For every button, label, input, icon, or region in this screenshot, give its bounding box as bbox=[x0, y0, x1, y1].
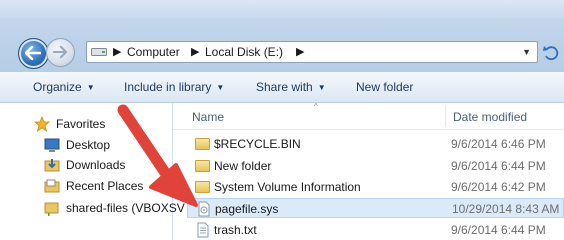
file-name: $RECYCLE.BIN bbox=[214, 137, 301, 151]
file-name: New folder bbox=[214, 159, 272, 173]
nav-item-shared-files[interactable]: shared-files (VBOXSV bbox=[44, 199, 185, 217]
nav-item-label: Downloads bbox=[66, 158, 126, 172]
nav-item-downloads[interactable]: Downloads bbox=[44, 156, 125, 174]
address-bar[interactable]: ▶ Computer ▶ Local Disk (E:) ▶ ▼ bbox=[86, 41, 538, 63]
file-date-modified: 9/6/2014 6:44 PM bbox=[451, 159, 546, 173]
file-date-modified: 9/6/2014 6:44 PM bbox=[451, 223, 546, 237]
chevron-down-icon: ▼ bbox=[86, 83, 95, 92]
window-chrome: ▶ Computer ▶ Local Disk (E:) ▶ ▼ bbox=[0, 0, 564, 72]
column-divider[interactable] bbox=[445, 105, 446, 127]
forward-button[interactable] bbox=[46, 38, 75, 67]
column-header-row: ^ Name Date modified bbox=[173, 102, 564, 130]
breadcrumb-local-disk[interactable]: Local Disk (E:) bbox=[205, 45, 283, 59]
nav-item-label: Desktop bbox=[66, 138, 111, 152]
breadcrumb-separator[interactable]: ▶ bbox=[296, 45, 304, 58]
include-in-library-label: Include in library bbox=[124, 80, 212, 94]
nav-item-label: shared-files (VBOXSV bbox=[66, 201, 185, 215]
command-toolbar: Organize ▼ Include in library ▼ Share with… bbox=[0, 72, 564, 103]
file-date-modified: 10/29/2014 8:43 AM bbox=[452, 202, 560, 216]
breadcrumb-separator[interactable]: ▶ bbox=[191, 45, 199, 58]
forward-arrow-icon bbox=[53, 45, 67, 59]
system-file-icon bbox=[198, 201, 210, 217]
chevron-down-icon: ▼ bbox=[216, 83, 225, 92]
file-row[interactable]: $RECYCLE.BIN 9/6/2014 6:46 PM bbox=[187, 134, 564, 154]
navigation-pane: Favorites Desktop Downloads Recent Place… bbox=[0, 103, 185, 240]
file-name: pagefile.sys bbox=[215, 202, 279, 216]
file-list-pane: ^ Name Date modified $RECYCLE.BIN 9/6/20… bbox=[173, 102, 564, 240]
organize-button[interactable]: Organize ▼ bbox=[33, 80, 95, 94]
new-folder-button[interactable]: New folder bbox=[356, 80, 413, 94]
breadcrumb-computer[interactable]: Computer bbox=[127, 45, 180, 59]
nav-item-recent-places[interactable]: Recent Places bbox=[44, 177, 143, 195]
network-folder-icon bbox=[44, 202, 59, 216]
file-row-selected[interactable]: pagefile.sys 10/29/2014 8:43 AM bbox=[187, 198, 564, 218]
column-header-date-modified[interactable]: Date modified bbox=[453, 110, 527, 124]
title-bar bbox=[0, 0, 564, 18]
nav-favorites[interactable]: Favorites bbox=[34, 115, 105, 133]
folder-icon bbox=[195, 160, 210, 172]
share-with-label: Share with bbox=[256, 80, 313, 94]
back-arrow-icon bbox=[25, 46, 41, 60]
folder-icon bbox=[195, 138, 210, 150]
file-name: System Volume Information bbox=[214, 180, 361, 194]
file-date-modified: 9/6/2014 6:46 PM bbox=[451, 137, 546, 151]
address-dropdown-icon[interactable]: ▼ bbox=[522, 47, 531, 57]
file-name: trash.txt bbox=[214, 223, 257, 237]
organize-label: Organize bbox=[33, 80, 82, 94]
file-row[interactable]: System Volume Information 9/6/2014 6:42 … bbox=[187, 177, 564, 197]
nav-item-label: Recent Places bbox=[66, 179, 144, 193]
recent-places-icon bbox=[44, 179, 60, 193]
text-file-icon bbox=[197, 222, 209, 238]
sort-indicator-icon: ^ bbox=[314, 102, 318, 111]
share-with-button[interactable]: Share with ▼ bbox=[256, 80, 326, 94]
nav-item-desktop[interactable]: Desktop bbox=[44, 136, 110, 154]
refresh-icon[interactable] bbox=[541, 43, 564, 63]
folder-icon bbox=[195, 181, 210, 193]
include-in-library-button[interactable]: Include in library ▼ bbox=[124, 80, 224, 94]
downloads-icon bbox=[44, 159, 60, 172]
column-header-name[interactable]: Name bbox=[192, 110, 224, 124]
nav-favorites-label: Favorites bbox=[56, 117, 106, 131]
breadcrumb-separator[interactable]: ▶ bbox=[113, 45, 121, 58]
file-row[interactable]: New folder 9/6/2014 6:44 PM bbox=[187, 156, 564, 176]
desktop-icon bbox=[44, 138, 60, 152]
chevron-down-icon: ▼ bbox=[317, 83, 326, 92]
file-row[interactable]: trash.txt 9/6/2014 6:44 PM bbox=[187, 220, 564, 240]
star-icon bbox=[34, 116, 50, 132]
drive-icon bbox=[91, 48, 107, 56]
back-button[interactable] bbox=[18, 38, 49, 69]
file-date-modified: 9/6/2014 6:42 PM bbox=[451, 180, 546, 194]
